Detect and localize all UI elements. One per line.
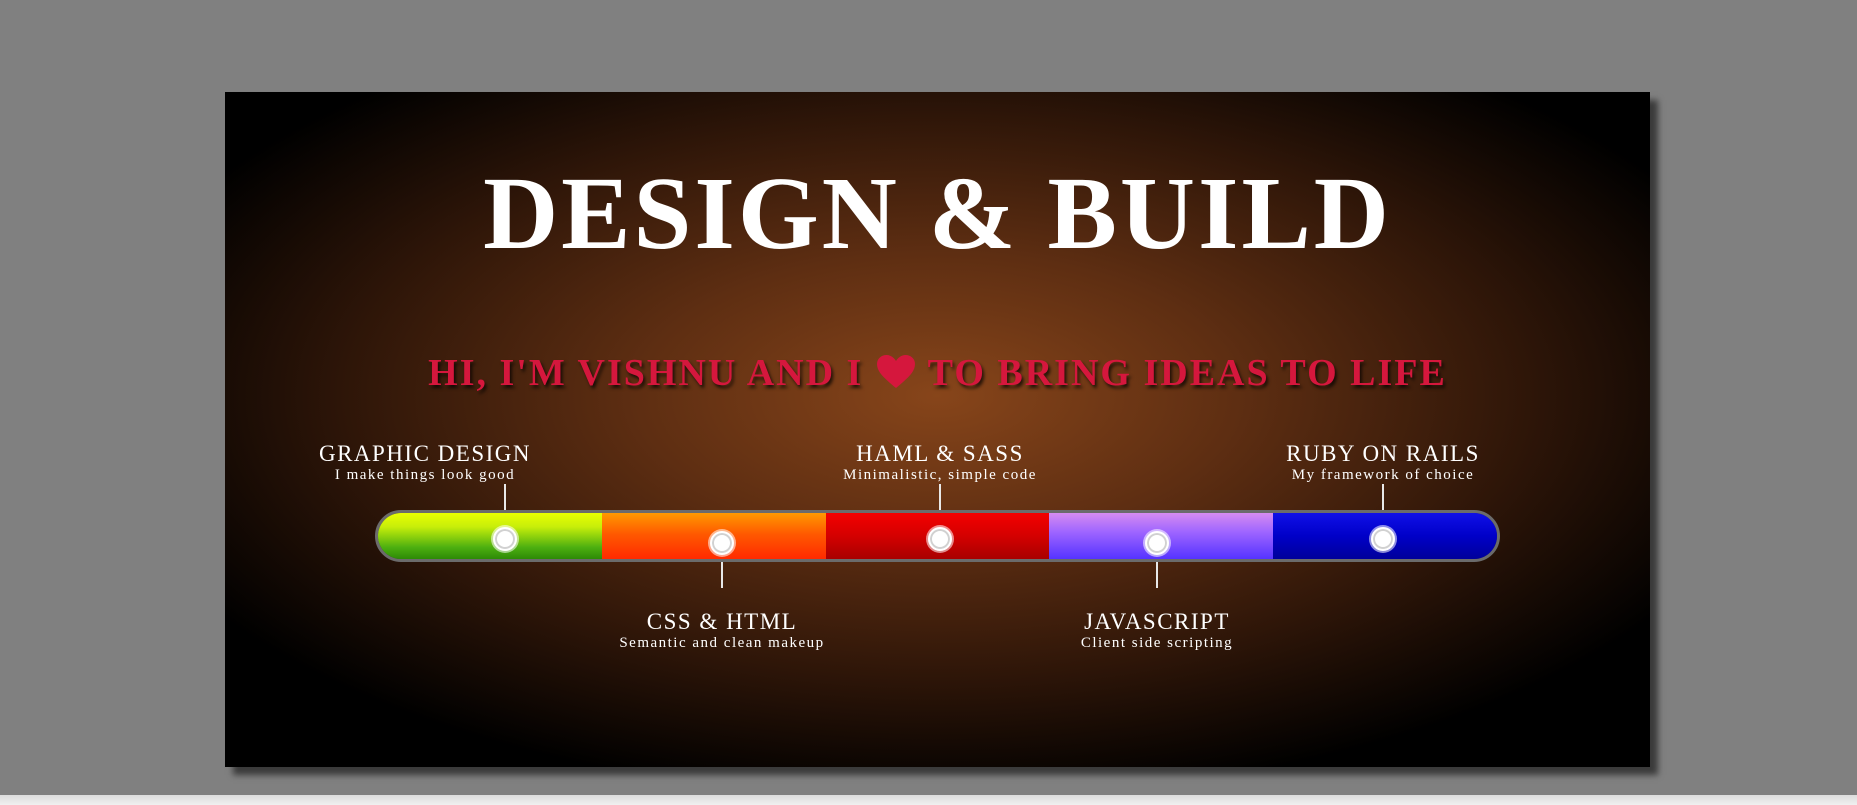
skill-name: GRAPHIC DESIGN [318,441,532,466]
skill-ruby-on-rails: RUBY ON RAILS My framework of choice [1223,442,1543,483]
skill-javascript: JAVASCRIPT Client side scripting [997,610,1317,651]
skill-name: HAML & SASS [856,441,1024,466]
skill-name: JAVASCRIPT [1084,609,1230,634]
page-title: DESIGN & BUILD [483,156,1392,271]
skill-description: Minimalistic, simple code [843,467,1037,483]
tagline-end: TO BRING IDEAS TO LIFE [927,352,1447,394]
node-graphic-design[interactable] [493,527,517,551]
skill-name: CSS & HTML [646,609,798,634]
node-ruby-on-rails[interactable] [1371,527,1395,551]
node-javascript[interactable] [1145,531,1169,555]
skill-graphic-design: GRAPHIC DESIGN I make things look good [265,442,585,483]
browser-bottom-strip [0,795,1857,805]
segment-graphic-design [378,513,602,559]
heart-icon [876,355,915,396]
tagline: HI, I'M VISHNU AND I TO BRING IDEAS TO L… [225,354,1650,396]
skill-css-html: CSS & HTML Semantic and clean makeup [562,610,882,651]
skill-description: Semantic and clean makeup [619,635,825,651]
skill-haml-sass: HAML & SASS Minimalistic, simple code [780,442,1100,483]
skill-name: RUBY ON RAILS [1286,441,1480,466]
skill-description: My framework of choice [1291,467,1475,483]
skill-description: I make things look good [334,467,516,483]
node-css-html[interactable] [710,531,734,555]
node-haml-sass[interactable] [928,527,952,551]
tagline-start: HI, I'M VISHNU AND I [428,352,864,394]
banner: DESIGN & BUILD HI, I'M VISHNU AND I TO B… [225,92,1650,767]
skill-description: Client side scripting [1080,635,1234,651]
